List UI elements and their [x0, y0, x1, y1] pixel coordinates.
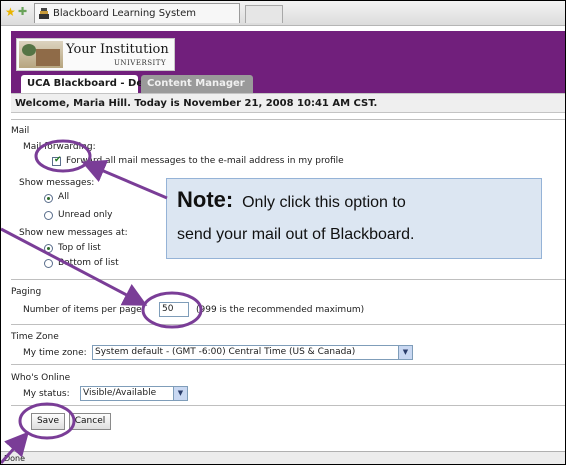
show-unread-label: Unread only — [58, 210, 113, 220]
preferences-form: Mail Mail forwarding: ✔ Forward all mail… — [11, 113, 565, 451]
timezone-value: System default - (GMT -6:00) Central Tim… — [95, 347, 356, 357]
new-bottom-radio[interactable] — [44, 259, 53, 268]
new-bottom-label: Bottom of list — [58, 258, 119, 268]
show-all-radio[interactable] — [44, 194, 53, 203]
show-unread-radio[interactable] — [44, 211, 53, 220]
browser-status-bar: Done — [1, 451, 565, 464]
blackboard-header: Your Institution UNIVERSITY UCA Blackboa… — [11, 31, 565, 93]
paging-label: Number of items per page — [23, 305, 142, 315]
paging-section-title: Paging — [11, 287, 42, 297]
tab-uca-blackboard-dev[interactable]: UCA Blackboard - Dev — [21, 75, 150, 93]
blackboard-favicon — [39, 8, 49, 19]
timezone-select[interactable]: System default - (GMT -6:00) Central Tim… — [92, 345, 413, 360]
divider — [11, 364, 565, 365]
note-line-1: Note: Only click this option to — [177, 187, 406, 213]
online-section-title: Who's Online — [11, 373, 71, 383]
browser-tab-title: Blackboard Learning System — [53, 8, 196, 19]
screenshot-frame: ★ ✚ Blackboard Learning System Your Inst… — [0, 0, 566, 465]
add-favorite-icon[interactable]: ✚ — [18, 5, 27, 19]
institution-subtitle: UNIVERSITY — [114, 59, 167, 67]
forward-mail-checkbox[interactable]: ✔ — [52, 155, 62, 166]
note-label: Note: — [177, 187, 234, 212]
forward-mail-label: Forward all mail messages to the e-mail … — [66, 156, 344, 166]
institution-logo[interactable]: Your Institution UNIVERSITY — [16, 38, 175, 71]
status-label: My status: — [23, 389, 70, 399]
divider — [11, 324, 565, 325]
status-select[interactable]: Visible/Available ▼ — [80, 386, 188, 401]
note-text-2: send your mail out of Blackboard. — [177, 226, 415, 243]
dropdown-arrow-icon[interactable]: ▼ — [173, 387, 187, 400]
dropdown-arrow-icon[interactable]: ▼ — [398, 346, 412, 359]
divider — [11, 279, 565, 280]
items-per-page-input[interactable]: 50 — [159, 302, 189, 317]
browser-toolbar: ★ ✚ Blackboard Learning System — [1, 1, 565, 26]
show-messages-label: Show messages: — [19, 178, 95, 188]
new-messages-label: Show new messages at: — [19, 228, 128, 238]
note-text-1: Only click this option to — [242, 194, 406, 211]
paging-hint: (999 is the recommended maximum) — [196, 305, 365, 315]
divider — [11, 119, 565, 120]
cancel-button[interactable]: Cancel — [69, 413, 111, 430]
new-top-radio[interactable] — [44, 244, 53, 253]
tab-content-manager[interactable]: Content Manager — [141, 75, 253, 93]
campus-image — [19, 41, 63, 68]
mail-section-title: Mail — [11, 126, 30, 136]
status-value: Visible/Available — [83, 388, 157, 398]
timezone-section-title: Time Zone — [11, 332, 59, 342]
new-top-label: Top of list — [58, 243, 101, 253]
divider — [11, 405, 565, 406]
star-icon[interactable]: ★ — [5, 5, 16, 19]
new-browser-tab[interactable] — [245, 5, 283, 23]
note-callout: Note: Only click this option to send you… — [166, 178, 542, 259]
show-all-label: All — [58, 192, 70, 202]
institution-name: Your Institution — [66, 42, 169, 57]
timezone-label: My time zone: — [23, 348, 87, 358]
save-button[interactable]: Save — [31, 413, 65, 430]
welcome-bar: Welcome, Maria Hill. Today is November 2… — [11, 93, 565, 113]
mail-forwarding-label: Mail forwarding: — [23, 142, 96, 152]
browser-tab[interactable]: Blackboard Learning System — [34, 3, 240, 23]
